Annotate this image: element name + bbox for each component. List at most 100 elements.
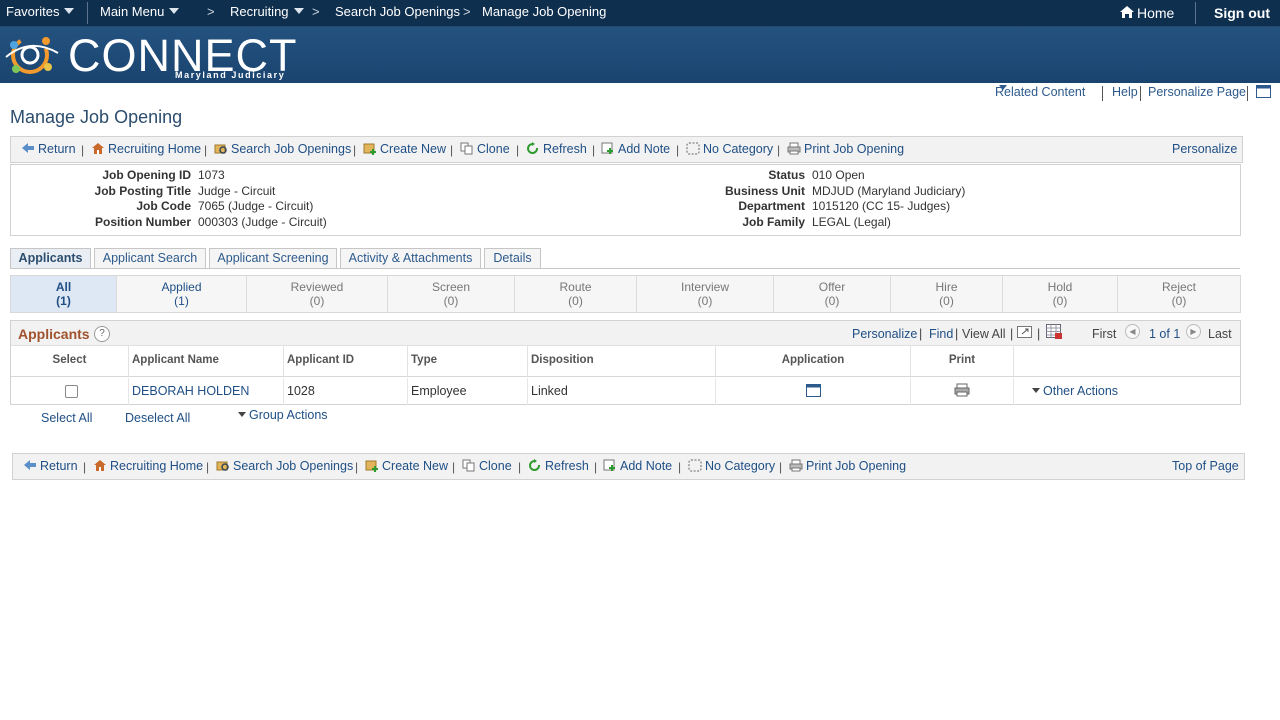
status-name: Reviewed (290, 280, 344, 294)
job-opening-id-value: 1073 (198, 168, 225, 182)
no-category-label: No Category (705, 459, 776, 473)
status-name: Interview (680, 280, 730, 294)
applicant-name-link[interactable]: DEBORAH HOLDEN (129, 378, 284, 405)
divider: | (777, 143, 781, 157)
grid-view-all-link[interactable]: View All (962, 327, 1006, 341)
status-name: Offer (818, 280, 846, 294)
search-job-openings-button[interactable]: Search Job Openings (216, 459, 353, 473)
deselect-all-link[interactable]: Deselect All (125, 411, 190, 425)
recruiting-home-button[interactable]: Recruiting Home (93, 459, 203, 473)
personalize-page-link[interactable]: Personalize Page (1148, 85, 1246, 99)
breadcrumb-recruiting[interactable]: Recruiting (230, 4, 304, 19)
new-window-icon[interactable] (1256, 85, 1271, 101)
job-code-value: 7065 (Judge - Circuit) (198, 199, 314, 213)
status-applied[interactable]: Applied (1) (116, 276, 246, 312)
no-category-button[interactable]: No Category (688, 459, 775, 473)
divider: | (1037, 327, 1041, 341)
col-applicant-id[interactable]: Applicant ID (284, 346, 408, 376)
main-menu[interactable]: Main Menu (100, 4, 180, 19)
divider: | (450, 143, 454, 157)
col-applicant-name[interactable]: Applicant Name (129, 346, 284, 376)
download-excel-icon[interactable] (1046, 324, 1063, 343)
print-job-opening-button[interactable]: Print Job Opening (787, 142, 904, 156)
create-new-button[interactable]: Create New (363, 142, 446, 156)
view-application-icon[interactable] (805, 384, 821, 397)
tab-applicants[interactable]: Applicants (10, 248, 91, 269)
search-folder-icon (214, 144, 227, 154)
other-actions-menu[interactable]: Other Actions (1014, 378, 1240, 405)
pager-last[interactable]: Last (1208, 327, 1232, 341)
breadcrumb-label: Recruiting (230, 4, 289, 19)
grid-find-link[interactable]: Find (929, 327, 953, 341)
status-count: (0) (697, 294, 713, 308)
grid-column-headers: Select Applicant Name Applicant ID Type … (11, 346, 1240, 377)
home-label: Home (1137, 5, 1175, 21)
recruiting-home-label: Recruiting Home (110, 459, 204, 473)
main-menu-label: Main Menu (100, 4, 165, 19)
grid-header: Applicants ? Personalize | Find | View A… (11, 321, 1240, 346)
recruiting-home-button[interactable]: Recruiting Home (91, 142, 201, 156)
clone-icon (462, 459, 475, 472)
search-job-openings-button[interactable]: Search Job Openings (214, 142, 351, 156)
return-button[interactable]: Return (23, 459, 78, 473)
print-job-opening-button[interactable]: Print Job Opening (789, 459, 906, 473)
add-note-button[interactable]: Add Note (601, 142, 670, 156)
clone-button[interactable]: Clone (462, 459, 512, 473)
status-name: Route (559, 280, 592, 294)
print-icon[interactable] (954, 383, 970, 397)
breadcrumb-search-job-openings[interactable]: Search Job Openings (335, 4, 460, 19)
help-link[interactable]: Help (1112, 85, 1138, 99)
help-icon[interactable]: ? (94, 326, 110, 342)
divider: | (955, 327, 959, 341)
tab-activity-attachments[interactable]: Activity & Attachments (340, 248, 481, 269)
group-actions-menu[interactable]: Group Actions (238, 408, 328, 422)
status-all[interactable]: All (1) (11, 276, 116, 312)
grid-title: Applicants (18, 326, 90, 342)
create-new-icon (365, 460, 378, 472)
refresh-button[interactable]: Refresh (528, 459, 589, 473)
col-select: Select (11, 346, 129, 376)
pager-first[interactable]: First (1092, 327, 1116, 341)
tab-applicant-screening[interactable]: Applicant Screening (209, 248, 337, 269)
top-of-page-link[interactable]: Top of Page (1172, 459, 1239, 473)
col-disposition[interactable]: Disposition (528, 346, 716, 376)
previous-page-icon[interactable]: ◀ (1125, 324, 1140, 339)
home-link[interactable]: Home (1119, 5, 1174, 21)
col-type[interactable]: Type (408, 346, 528, 376)
return-label: Return (40, 459, 78, 473)
action-toolbar-top: Return | Recruiting Home | Search Job Op… (10, 136, 1243, 163)
status-count: (1) (56, 294, 71, 308)
divider (1195, 2, 1196, 24)
tab-details[interactable]: Details (484, 248, 541, 269)
personalize-toolbar-link[interactable]: Personalize (1172, 142, 1237, 156)
status-offer: Offer (0) (773, 276, 890, 312)
row-select-checkbox[interactable] (65, 385, 78, 398)
clone-icon (460, 142, 473, 155)
divider: | (678, 460, 682, 474)
refresh-label: Refresh (545, 459, 589, 473)
tab-applicant-search[interactable]: Applicant Search (94, 248, 206, 269)
breadcrumb-arrow-icon: > (312, 4, 320, 19)
job-opening-summary: Job Opening ID 1073 Job Posting Title Ju… (10, 164, 1241, 236)
next-page-icon[interactable]: ▶ (1186, 324, 1201, 339)
status-label: Status (768, 168, 805, 182)
divider (1140, 86, 1141, 101)
return-button[interactable]: Return (21, 142, 76, 156)
refresh-label: Refresh (543, 142, 587, 156)
favorites-menu[interactable]: Favorites (6, 4, 75, 19)
refresh-button[interactable]: Refresh (526, 142, 587, 156)
divider: | (204, 143, 208, 157)
grid-personalize-link[interactable]: Personalize (852, 327, 917, 341)
clone-label: Clone (477, 142, 510, 156)
add-note-button[interactable]: Add Note (603, 459, 672, 473)
select-all-link[interactable]: Select All (41, 411, 92, 425)
status-count: (0) (939, 294, 954, 308)
create-new-button[interactable]: Create New (365, 459, 448, 473)
favorites-label: Favorites (6, 4, 60, 19)
zoom-grid-icon[interactable] (1017, 326, 1032, 341)
no-category-button[interactable]: No Category (686, 142, 773, 156)
clone-button[interactable]: Clone (460, 142, 510, 156)
status-name: Screen (431, 280, 471, 294)
sign-out-link[interactable]: Sign out (1214, 5, 1270, 21)
divider (1102, 86, 1103, 101)
